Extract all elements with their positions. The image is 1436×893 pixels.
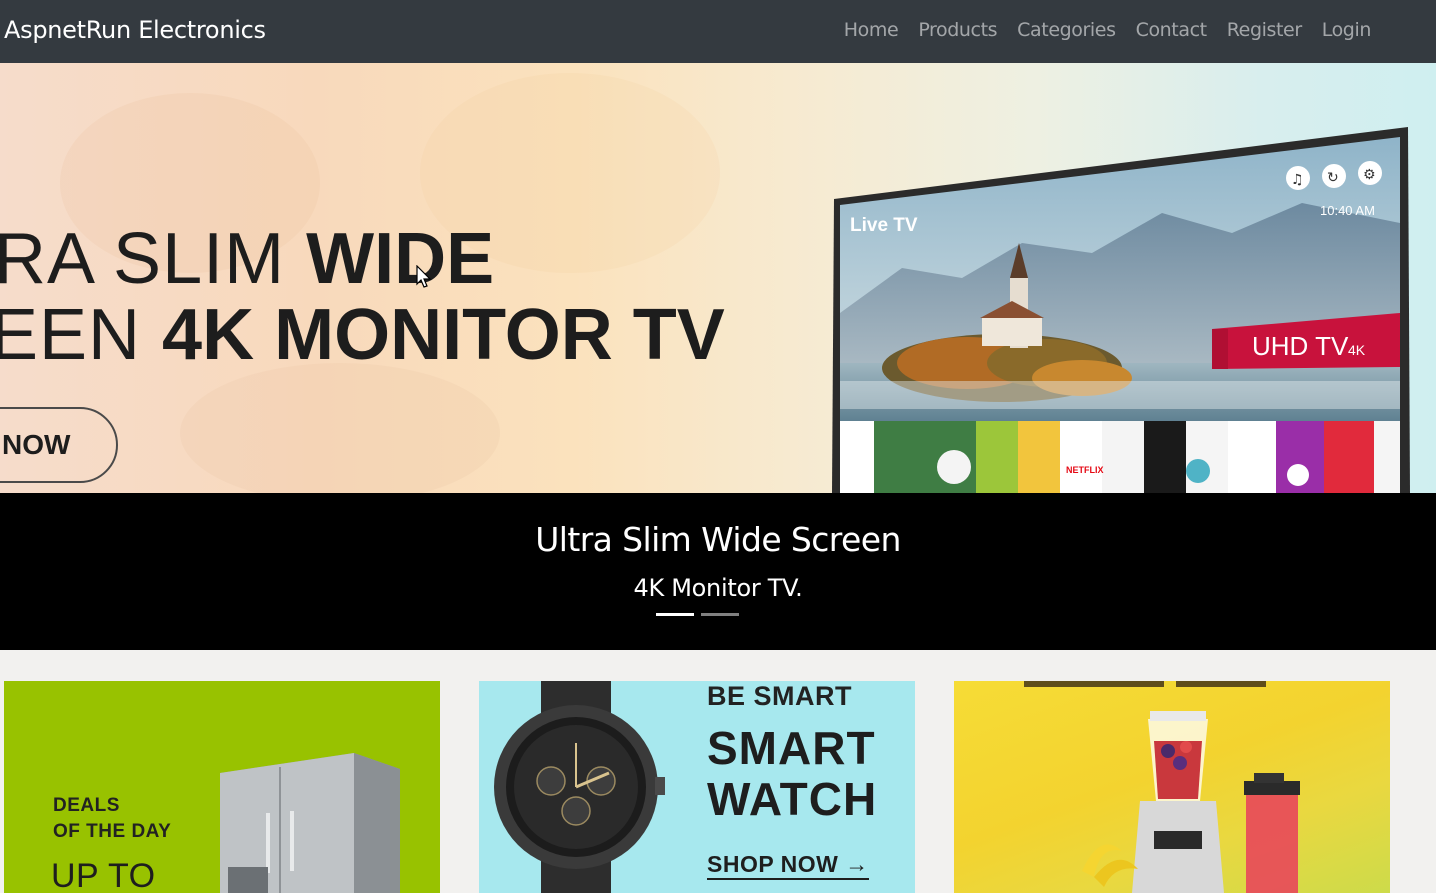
carousel-indicator-1[interactable] bbox=[656, 613, 694, 616]
settings-icon: ⚙ bbox=[1363, 167, 1376, 183]
nav-link-login[interactable]: Login bbox=[1312, 16, 1381, 44]
promo-card-deals[interactable]: DEALS OF THE DAY UP TO bbox=[4, 681, 440, 893]
nav-link-contact[interactable]: Contact bbox=[1126, 16, 1217, 44]
promo-card-smartwatch[interactable]: BE SMART SMART WATCH SHOP NOW → bbox=[479, 681, 915, 893]
hero-headline-light: RA SLIM bbox=[0, 219, 307, 299]
carousel-indicator-2[interactable] bbox=[701, 613, 739, 616]
mouse-cursor-icon bbox=[416, 265, 432, 288]
navbar: AspnetRun Electronics Home Products Cate… bbox=[0, 0, 1436, 63]
tv-clock: 10:40 AM bbox=[1320, 203, 1375, 218]
hero-headline-bold: WIDE bbox=[306, 219, 495, 299]
promo-tagline: BE SMART bbox=[707, 681, 852, 711]
promo-title-line2: WATCH bbox=[707, 773, 878, 825]
carousel-caption-title: Ultra Slim Wide Screen bbox=[535, 520, 901, 559]
music-icon: ♫ bbox=[1291, 172, 1304, 188]
nav-link-home[interactable]: Home bbox=[834, 16, 909, 44]
background-texture bbox=[180, 363, 500, 493]
promo-card-blender[interactable] bbox=[954, 681, 1390, 893]
hero-headline-bold: 4K MONITOR TV bbox=[162, 295, 725, 375]
tv-badge-text: UHD TV bbox=[1252, 331, 1349, 361]
hero-shop-now-button[interactable]: NOW bbox=[0, 407, 118, 483]
brand-logo-link[interactable]: AspnetRun Electronics bbox=[4, 14, 266, 46]
promo-deal-text: DEALS OF THE DAY bbox=[53, 793, 171, 845]
hero-headline-line2: EEN 4K MONITOR TV bbox=[0, 297, 725, 373]
tv-live-label: Live TV bbox=[850, 215, 918, 236]
share-icon: ↻ bbox=[1327, 170, 1339, 186]
nav-link-register[interactable]: Register bbox=[1217, 16, 1312, 44]
promo-title-line1: SMART bbox=[707, 722, 876, 774]
promo-deal-line2: OF THE DAY bbox=[53, 821, 172, 842]
tv-image: UHD TV 4K Live TV ♫ ↻ ⚙ 10:40 AM NETFLIX bbox=[832, 63, 1412, 493]
carousel-indicators bbox=[656, 613, 739, 616]
tv-badge-4k: 4K bbox=[1348, 342, 1366, 358]
carousel-caption: Ultra Slim Wide Screen 4K Monitor TV. bbox=[0, 493, 1436, 650]
netflix-logo: NETFLIX bbox=[1066, 465, 1104, 475]
promo-shop-now-link[interactable]: SHOP NOW → bbox=[707, 851, 869, 880]
promo-deal-line1: DEALS bbox=[53, 795, 120, 816]
promo-upto-text: UP TO bbox=[51, 857, 156, 893]
nav-links: Home Products Categories Contact Registe… bbox=[834, 16, 1381, 44]
nav-link-products[interactable]: Products bbox=[908, 16, 1007, 44]
nav-link-categories[interactable]: Categories bbox=[1007, 16, 1125, 44]
carousel-caption-subtitle: 4K Monitor TV. bbox=[633, 574, 803, 602]
hero-headline-light: EEN bbox=[0, 295, 163, 375]
blender-image bbox=[1024, 681, 1300, 893]
